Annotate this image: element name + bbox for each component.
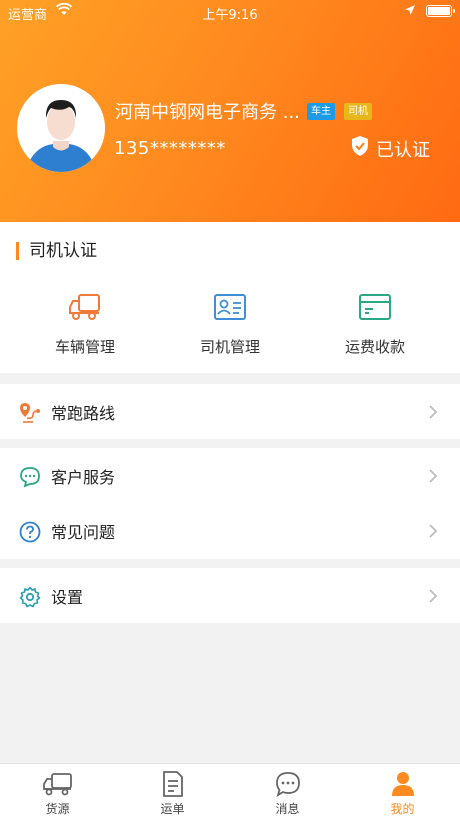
customer-service-row[interactable]: 客户服务 [0,448,460,504]
chevron-right-icon [428,468,438,488]
profile-header: 运营商 上午9:16 河南中钢网电子商务 ... 车主 司机 135******… [0,0,460,222]
tab-waybill[interactable]: 运单 [115,764,230,818]
tab-waybill-label: 运单 [160,802,185,816]
routes-label: 常跑路线 [51,404,116,423]
route-pin-icon [19,402,41,424]
document-icon [115,770,230,798]
phone-number: 135******** [114,138,226,159]
gear-icon [19,586,41,608]
driver-cert-card: 司机认证 车辆管理 司机管理 运费收款 [0,222,460,373]
driver-management-label: 司机管理 [199,338,260,356]
freight-collection-label: 运费收款 [344,338,405,356]
tab-mine-label: 我的 [390,802,415,816]
section-title-driver-cert: 司机认证 [16,242,97,260]
battery-icon [426,5,455,17]
freight-collection-button[interactable]: 运费收款 [315,292,435,357]
id-card-icon [170,292,290,322]
tab-goods-source[interactable]: 货源 [0,764,115,818]
verified-label: 已认证 [376,139,430,161]
tab-bar: 货源 运单 消息 我的 [0,763,460,818]
settings-label: 设置 [51,588,84,607]
vehicle-management-label: 车辆管理 [54,338,115,356]
service-card: 客户服务 常见问题 [0,448,460,559]
routes-card: 常跑路线 [0,384,460,439]
location-arrow-icon [404,4,416,20]
owner-badge: 车主 [307,103,335,120]
person-icon [345,770,460,798]
driver-badge: 司机 [344,103,372,120]
status-bar: 运营商 上午9:16 [0,0,460,24]
driver-management-button[interactable]: 司机管理 [170,292,290,357]
truck-icon [0,770,115,798]
faq-label: 常见问题 [51,523,116,542]
faq-row[interactable]: 常见问题 [0,503,460,559]
chat-icon [230,770,345,798]
verified-status: 已认证 [350,135,430,162]
shield-check-icon [350,135,376,162]
settings-row[interactable]: 设置 [0,568,460,624]
tab-messages-label: 消息 [275,802,300,816]
customer-service-icon [19,466,41,488]
avatar[interactable] [17,84,105,172]
company-name: 河南中钢网电子商务 ... [115,102,300,123]
tab-mine[interactable]: 我的 [345,764,460,818]
bank-card-icon [315,292,435,322]
question-icon [19,521,41,543]
status-time: 上午9:16 [202,8,258,23]
truck-icon [25,292,145,322]
routes-row[interactable]: 常跑路线 [0,384,460,440]
chevron-right-icon [428,523,438,543]
customer-service-label: 客户服务 [51,468,116,487]
chevron-right-icon [428,404,438,424]
chevron-right-icon [428,588,438,608]
tab-messages[interactable]: 消息 [230,764,345,818]
vehicle-management-button[interactable]: 车辆管理 [25,292,145,357]
settings-card: 设置 [0,568,460,623]
tab-goods-source-label: 货源 [45,802,70,816]
